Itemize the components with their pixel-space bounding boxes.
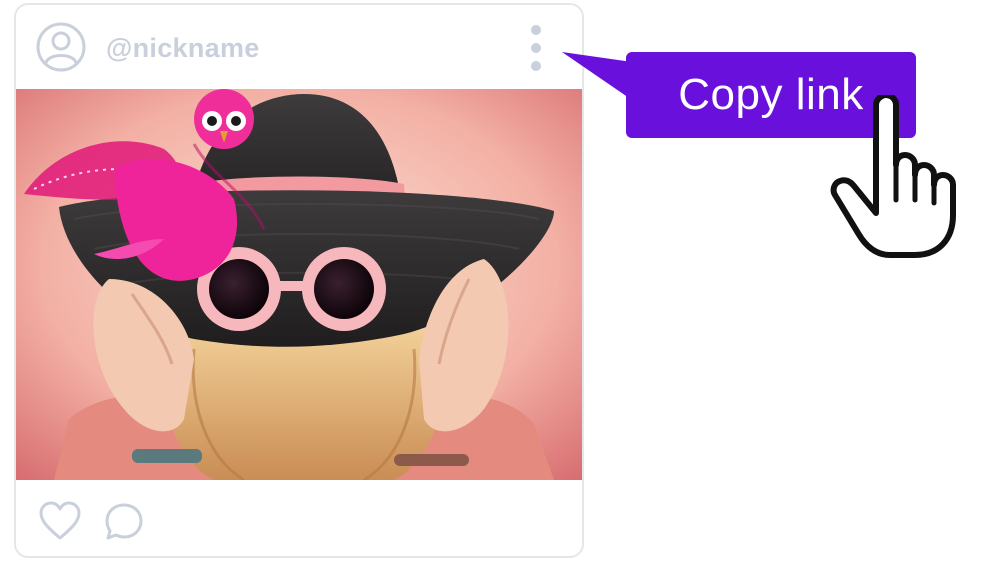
ellipsis-dot <box>531 61 541 71</box>
post-header: @nickname <box>16 5 582 89</box>
post-actions <box>16 480 582 556</box>
post-image <box>16 89 582 480</box>
nickname[interactable]: @nickname <box>106 33 260 64</box>
user-avatar-icon[interactable] <box>36 22 86 72</box>
speech-bubble-icon[interactable] <box>102 500 146 544</box>
pointing-hand-cursor-icon <box>830 92 970 260</box>
post-photo <box>16 89 582 480</box>
ellipsis-dot <box>531 43 541 53</box>
heart-icon[interactable] <box>38 500 82 544</box>
vertical-ellipsis-icon <box>531 25 541 35</box>
stage: @nickname Copy link <box>0 0 1000 562</box>
post-card: @nickname <box>14 3 584 558</box>
more-options-button[interactable] <box>524 23 548 73</box>
